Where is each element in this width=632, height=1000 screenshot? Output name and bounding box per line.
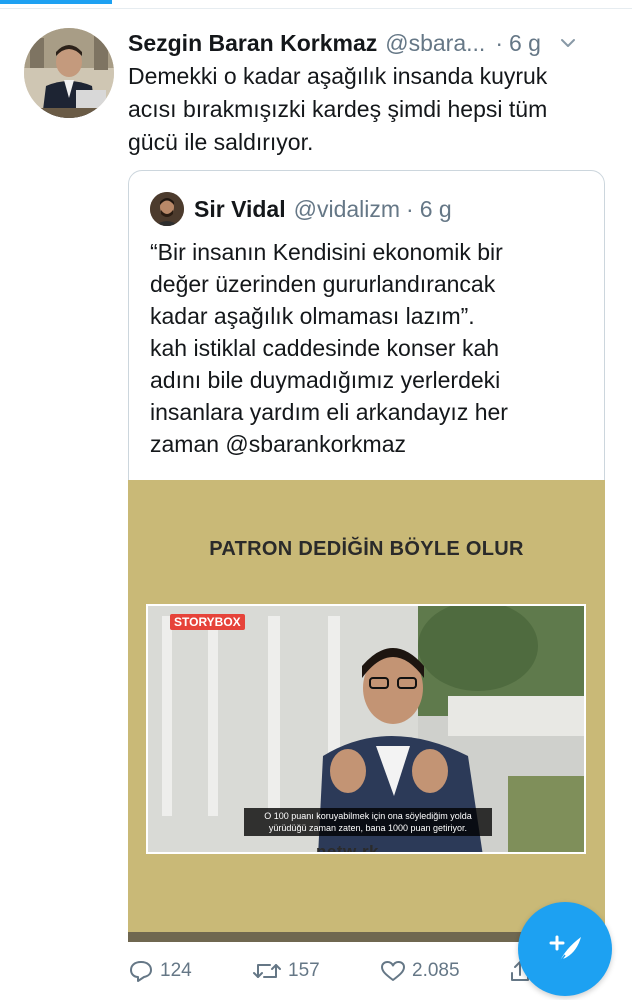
tweet-time[interactable]: 6 g bbox=[509, 30, 541, 57]
retweet-icon bbox=[253, 964, 281, 978]
heart-icon bbox=[381, 961, 405, 981]
quoted-avatar[interactable] bbox=[150, 192, 184, 226]
video-subtitle: O 100 puanı koruyabilmek için ona söyled… bbox=[244, 808, 492, 836]
tweet-text-line: acısı bırakmışızki kardeş şimdi hepsi tü… bbox=[128, 96, 548, 122]
compose-tweet-button[interactable] bbox=[518, 902, 612, 996]
separator-dot: · bbox=[495, 29, 503, 56]
video-banner-text: PATRON DEDİĞİN BÖYLE OLUR bbox=[209, 538, 524, 560]
compose-tweet-icon bbox=[549, 935, 581, 964]
quoted-author-name[interactable]: Sir Vidal bbox=[194, 196, 286, 223]
subtitle-line: yürüdüğü zaman zaten, bana 1000 puan get… bbox=[268, 823, 468, 833]
tweet-text-line: gücü ile saldırıyor. bbox=[128, 129, 314, 155]
like-button[interactable]: 2.085 bbox=[380, 959, 460, 983]
author-name[interactable]: Sezgin Baran Korkmaz bbox=[128, 30, 377, 57]
quoted-text-line: kah istiklal caddesinde konser kah bbox=[150, 335, 500, 361]
divider bbox=[0, 8, 632, 9]
quoted-text-line: “Bir insanın Kendisini ekonomik bir bbox=[150, 239, 503, 265]
tweet-text-line: Demekki o kadar aşağılık insanda kuyruk bbox=[128, 63, 548, 89]
tweet-actions: 124 157 2.085 bbox=[128, 956, 529, 986]
avatar[interactable] bbox=[24, 28, 114, 118]
quoted-text-line: insanlara yardım eli arkandayız her bbox=[150, 399, 508, 425]
network-watermark: netw rk bbox=[316, 842, 380, 854]
like-count: 2.085 bbox=[412, 960, 460, 981]
tweet-text: Demekki o kadar aşağılık insanda kuyruk … bbox=[128, 60, 608, 159]
retweet-count: 157 bbox=[288, 960, 320, 981]
quoted-author-handle[interactable]: @vidalizm bbox=[294, 196, 400, 223]
reply-icon bbox=[130, 961, 152, 982]
quoted-text-line: zaman @sbarankorkmaz bbox=[150, 431, 406, 457]
reply-button[interactable]: 124 bbox=[128, 959, 192, 983]
quoted-text-line: kadar aşağılık olmaması lazım”. bbox=[150, 303, 475, 329]
separator-dot: · bbox=[406, 195, 414, 222]
tweet-header: Sezgin Baran Korkmaz @sbara... · 6 g bbox=[128, 28, 618, 58]
video-player[interactable]: PATRON DEDİĞİN BÖYLE OLUR STORYBOX O 100… bbox=[128, 480, 605, 942]
storybox-logo: STORYBOX bbox=[170, 614, 245, 630]
tab-indicator bbox=[0, 0, 112, 4]
quoted-time[interactable]: 6 g bbox=[420, 196, 452, 223]
quoted-text-line: adını bile duymadığımız yerlerdeki bbox=[150, 367, 501, 393]
reply-count: 124 bbox=[160, 960, 192, 981]
quoted-tweet-header: Sir Vidal @vidalizm · 6 g bbox=[150, 192, 452, 226]
subtitle-line: O 100 puanı koruyabilmek için ona söyled… bbox=[264, 811, 472, 821]
author-handle[interactable]: @sbara... bbox=[385, 30, 485, 57]
quoted-text-line: değer üzerinden gururlandırancak bbox=[150, 271, 496, 297]
quoted-tweet-text: “Bir insanın Kendisini ekonomik bir değe… bbox=[150, 236, 590, 460]
video-frame: STORYBOX O 100 puanı koruyabilmek için o… bbox=[146, 604, 586, 854]
chevron-down-icon[interactable] bbox=[557, 32, 579, 54]
retweet-button[interactable]: 157 bbox=[252, 959, 320, 983]
